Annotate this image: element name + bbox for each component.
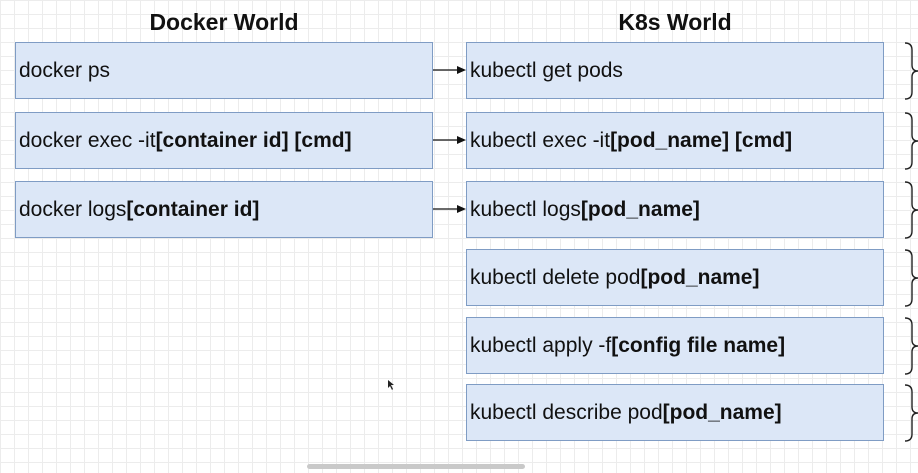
command-text: kubectl logs xyxy=(470,198,581,221)
brace-icon xyxy=(904,112,918,170)
k8s-command-box-apply: kubectl apply -f [config file name] xyxy=(466,317,884,374)
brace-icon xyxy=(904,384,918,442)
command-text: kubectl get pods xyxy=(470,59,623,82)
brace-icon xyxy=(904,42,918,100)
k8s-command-box-exec: kubectl exec -it [pod_name] [cmd] xyxy=(466,112,884,169)
docker-command-box-ps: docker ps xyxy=(15,42,433,99)
command-argument: [pod_name] xyxy=(662,401,782,424)
brace-icon xyxy=(904,181,918,239)
k8s-command-box-describe: kubectl describe pod [pod_name] xyxy=(466,384,884,441)
docker-command-box-exec: docker exec -it [container id] [cmd] xyxy=(15,112,433,169)
k8s-command-box-delete: kubectl delete pod [pod_name] xyxy=(466,249,884,306)
brace-icon xyxy=(904,317,918,375)
command-argument: [pod_name] [cmd] xyxy=(610,129,793,152)
brace-icon xyxy=(904,249,918,307)
command-text: docker exec -it xyxy=(19,129,156,152)
arrow-icon xyxy=(433,66,466,74)
command-text: kubectl exec -it xyxy=(470,129,611,152)
command-argument: [container id] xyxy=(126,198,260,221)
command-argument: [container id] [cmd] xyxy=(155,129,352,152)
command-argument: [pod_name] xyxy=(580,198,700,221)
command-text: kubectl apply -f xyxy=(470,334,612,357)
k8s-command-box-logs: kubectl logs [pod_name] xyxy=(466,181,884,238)
k8s-command-box-get-pods: kubectl get pods xyxy=(466,42,884,99)
command-text: docker logs xyxy=(19,198,127,221)
command-argument: [config file name] xyxy=(611,334,786,357)
docker-world-heading: Docker World xyxy=(149,9,299,35)
command-text: docker ps xyxy=(19,59,111,82)
k8s-world-heading: K8s World xyxy=(618,9,732,35)
docker-command-box-logs: docker logs [container id] xyxy=(15,181,433,238)
command-argument: [pod_name] xyxy=(640,266,760,289)
arrow-icon xyxy=(433,205,466,213)
mouse-cursor-icon xyxy=(388,380,394,390)
command-text: kubectl describe pod xyxy=(470,401,663,424)
horizontal-scrollbar[interactable] xyxy=(307,464,525,469)
arrow-icon xyxy=(433,136,466,144)
command-text: kubectl delete pod xyxy=(470,266,641,289)
